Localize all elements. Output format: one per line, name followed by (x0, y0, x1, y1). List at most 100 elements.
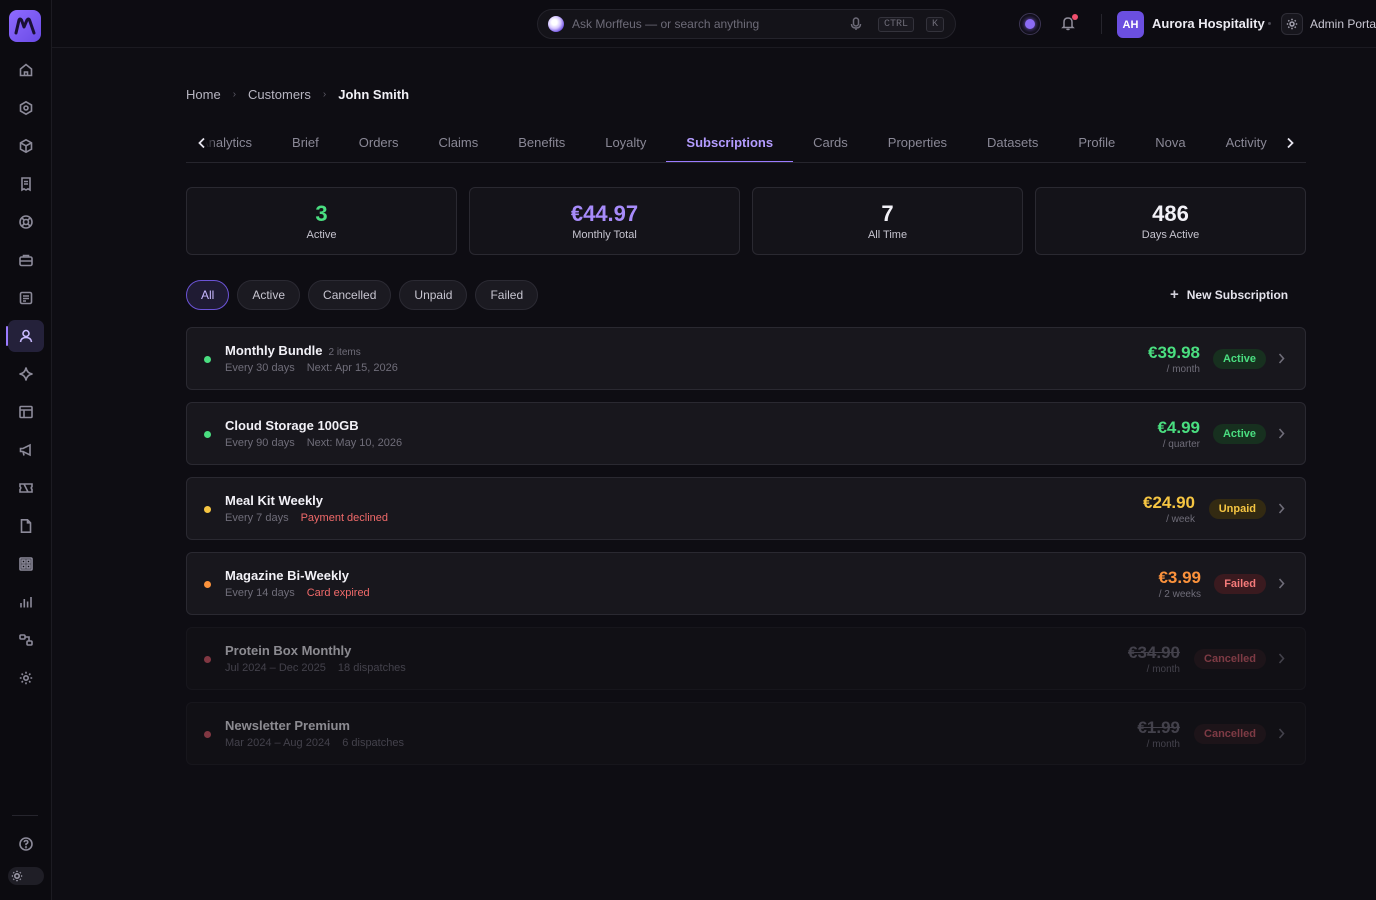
briefcase-icon[interactable] (8, 244, 44, 276)
assistant-orb-icon (548, 16, 564, 32)
help-icon[interactable] (8, 828, 44, 860)
payment-error: Card expired (306, 587, 370, 599)
user-icon[interactable] (6, 320, 44, 352)
workflow-icon[interactable] (8, 624, 44, 656)
org-name[interactable]: Aurora Hospitality (1152, 16, 1265, 31)
org-avatar[interactable]: AH (1117, 11, 1144, 38)
stat-label: All Time (867, 229, 908, 241)
tab-datasets[interactable]: Datasets (967, 123, 1058, 162)
portal-icon[interactable] (1281, 13, 1303, 35)
receipt-icon[interactable] (8, 168, 44, 200)
topbar-divider (1101, 14, 1102, 34)
bar-chart-icon[interactable] (8, 586, 44, 618)
status-badge: Cancelled (1194, 649, 1266, 669)
theme-toggle[interactable] (8, 867, 44, 885)
grid-icon[interactable] (8, 548, 44, 580)
price: €1.99 (1137, 718, 1180, 737)
megaphone-icon[interactable] (8, 434, 44, 466)
stat-label: Monthly Total (572, 229, 637, 241)
microphone-icon[interactable] (850, 17, 862, 34)
chevron-right-icon: › (232, 89, 237, 100)
item-count: 2 items (328, 347, 361, 358)
filter-cancelled[interactable]: Cancelled (308, 280, 392, 310)
document-icon[interactable] (8, 282, 44, 314)
price: €4.99 (1157, 418, 1200, 437)
subscription-name: Newsletter Premium (225, 718, 350, 733)
home-icon[interactable] (8, 54, 44, 86)
subscription-row[interactable]: Protein Box Monthly Jul 2024 – Dec 2025 1… (186, 627, 1306, 690)
tab-benefits[interactable]: Benefits (498, 123, 585, 162)
tab-profile[interactable]: Profile (1058, 123, 1135, 162)
subscription-meta: Every 30 days Next: Apr 15, 2026 (225, 362, 398, 374)
plus-icon: + (1170, 286, 1179, 303)
next-billing: Next: Apr 15, 2026 (306, 362, 398, 374)
tab-brief[interactable]: Brief (272, 123, 339, 162)
subscription-meta: Mar 2024 – Aug 2024 6 dispatches (225, 737, 404, 749)
breadcrumb-home[interactable]: Home (186, 87, 221, 102)
price-block: €39.98 / month (1148, 343, 1200, 375)
tab-loyalty[interactable]: Loyalty (585, 123, 666, 162)
billing-period: / 2 weeks (1158, 589, 1201, 600)
status-badge: Cancelled (1194, 724, 1266, 744)
status-badge: Active (1212, 349, 1266, 369)
chevron-right-icon (1278, 652, 1285, 667)
chevron-right-icon (1287, 137, 1294, 148)
price-block: €24.90 / week (1143, 493, 1195, 525)
dot-separator (1268, 22, 1271, 25)
subscription-row[interactable]: Meal Kit Weekly Every 7 days Payment decl… (186, 477, 1306, 540)
subscription-meta: Jul 2024 – Dec 2025 18 dispatches (225, 662, 406, 674)
price: €3.99 (1158, 568, 1201, 587)
status-dot (204, 581, 211, 588)
ai-assistant-icon[interactable] (1019, 13, 1041, 35)
tab-claims[interactable]: Claims (419, 123, 499, 162)
tab-subscriptions[interactable]: Subscriptions (666, 123, 793, 162)
hexagon-icon[interactable] (8, 92, 44, 124)
file-icon[interactable] (8, 510, 44, 542)
filter-unpaid[interactable]: Unpaid (399, 280, 468, 310)
billing-interval: Every 90 days (225, 437, 295, 449)
stat-value: 486 (1152, 201, 1189, 226)
shortcut-key-ctrl: CTRL (878, 17, 915, 32)
tab-properties[interactable]: Properties (868, 123, 967, 162)
subscription-title: Newsletter Premium (225, 718, 350, 733)
filter-active[interactable]: Active (237, 280, 301, 310)
portal-label[interactable]: Admin Portal (1310, 17, 1376, 31)
tabs-scroll-right[interactable] (1274, 123, 1306, 162)
status-dot (204, 356, 211, 363)
breadcrumb-customers[interactable]: Customers (248, 87, 311, 102)
tab-nova[interactable]: Nova (1135, 123, 1205, 162)
subscription-row[interactable]: Magazine Bi-Weekly Every 14 days Card exp… (186, 552, 1306, 615)
price: €24.90 (1143, 493, 1195, 512)
chevron-right-icon (1278, 727, 1285, 742)
tabs-scroll-left[interactable] (186, 123, 218, 162)
subscription-title: Monthly Bundle 2 items (225, 343, 361, 358)
box-icon[interactable] (8, 130, 44, 162)
lifebuoy-icon[interactable] (8, 206, 44, 238)
new-subscription-button[interactable]: + New Subscription (1170, 286, 1288, 303)
stat-label: Active (306, 229, 337, 241)
sparkle-icon[interactable] (8, 358, 44, 390)
table-icon[interactable] (8, 396, 44, 428)
app-logo[interactable] (9, 10, 41, 42)
subscription-row[interactable]: Cloud Storage 100GB Every 90 days Next: M… (186, 402, 1306, 465)
subscription-row[interactable]: Monthly Bundle 2 items Every 30 days Next:… (186, 327, 1306, 390)
search-bar[interactable]: CTRL K (537, 9, 956, 39)
billing-period: / quarter (1162, 439, 1200, 450)
tab-cards[interactable]: Cards (793, 123, 868, 162)
subscription-list: Monthly Bundle 2 items Every 30 days Next:… (186, 327, 1306, 777)
billing-interval: Every 30 days (225, 362, 295, 374)
chevron-right-icon (1278, 427, 1285, 442)
subscription-name: Monthly Bundle (225, 343, 323, 358)
price: €39.98 (1148, 343, 1200, 362)
stat-value: 7 (881, 201, 894, 226)
subscription-row[interactable]: Newsletter Premium Mar 2024 – Aug 2024 6 … (186, 702, 1306, 765)
stat-label: Days Active (1141, 229, 1200, 241)
subscription-name: Magazine Bi-Weekly (225, 568, 350, 583)
status-badge: Unpaid (1208, 499, 1266, 519)
filter-all[interactable]: All (186, 280, 230, 310)
ticket-icon[interactable] (8, 472, 44, 504)
search-input[interactable] (572, 17, 842, 31)
tab-orders[interactable]: Orders (339, 123, 419, 162)
gear-icon[interactable] (8, 662, 44, 694)
filter-failed[interactable]: Failed (475, 280, 539, 310)
